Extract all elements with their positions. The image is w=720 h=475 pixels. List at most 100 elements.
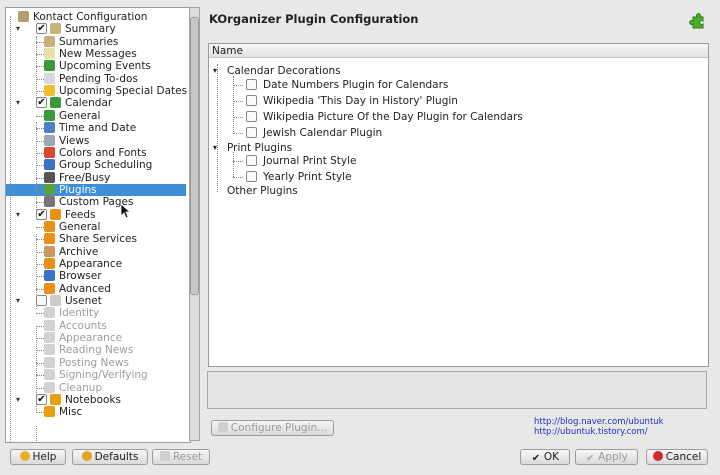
reset-button[interactable]: Reset <box>152 449 210 465</box>
tree-item-label: Feeds <box>65 208 96 221</box>
tree-connector <box>36 91 44 93</box>
plugin-checkbox[interactable] <box>246 155 257 166</box>
tree-item-label: General <box>59 220 101 233</box>
tree-item-checkbox[interactable]: ✔ <box>36 97 47 109</box>
plugin-category-label: Other Plugins <box>227 185 298 197</box>
plugin-list[interactable]: Name ▾ Calendar Decorations Date Numbers P… <box>208 43 709 367</box>
tree-item[interactable]: Cleanup <box>6 381 186 394</box>
globe-icon <box>44 159 55 171</box>
tree-item[interactable]: New Messages <box>6 48 186 60</box>
tree-item[interactable]: Upcoming Special Dates <box>6 85 187 97</box>
plugin-category[interactable]: Other Plugins <box>209 185 704 197</box>
tree-item[interactable]: Upcoming Events <box>6 60 186 72</box>
plugin-checkbox[interactable] <box>246 95 257 106</box>
plugin-item-label: Date Numbers Plugin for Calendars <box>263 79 449 91</box>
tree-connector <box>233 85 243 86</box>
tree-item-label: Calendar <box>65 97 113 110</box>
defaults-icon <box>81 451 92 461</box>
tree-item[interactable]: Summaries <box>6 35 186 48</box>
tree-item[interactable]: ▾ ✔ Feeds <box>6 208 186 221</box>
tree-item[interactable]: Free/Busy <box>6 171 186 184</box>
tree-item[interactable]: General <box>6 220 186 233</box>
tree-item[interactable]: Misc <box>6 406 186 418</box>
tree-item-checkbox[interactable]: ✔ <box>36 23 47 35</box>
tree-item-label: Upcoming Events <box>59 60 151 73</box>
plugin-checkbox[interactable] <box>246 111 257 122</box>
expand-arrow-icon[interactable]: ▾ <box>16 209 20 221</box>
plugin-category[interactable]: ▾ Calendar Decorations <box>209 65 704 77</box>
free-busy-icon <box>44 171 55 183</box>
tree-item[interactable]: Custom Pages <box>6 196 186 208</box>
tree-connector <box>36 251 44 253</box>
tree-item[interactable]: Views <box>6 134 186 147</box>
tree-item[interactable]: Time and Date <box>6 122 186 134</box>
plugin-category[interactable]: ▾ Print Plugins <box>209 142 704 154</box>
plugin-checkbox[interactable] <box>246 171 257 182</box>
cancel-button[interactable]: Cancel <box>646 449 708 465</box>
help-button[interactable]: Help <box>10 449 66 465</box>
tree-item[interactable]: Identity <box>6 307 186 319</box>
watermark-line-2: http://ubuntuk.tistory.com/ <box>534 427 648 437</box>
tree-item[interactable]: ▾ Usenet <box>6 295 186 307</box>
summary-icon <box>50 23 61 35</box>
tree-guide-line <box>10 16 11 442</box>
summaries-icon <box>44 35 55 47</box>
tree-item[interactable]: Plugins <box>6 183 186 196</box>
tree-item[interactable]: Share Services <box>6 233 186 245</box>
expand-arrow-icon[interactable]: ▾ <box>16 394 20 406</box>
feeds-icon <box>44 220 55 232</box>
tree-item[interactable]: Posting News <box>6 356 186 369</box>
plugin-item[interactable]: Wikipedia Picture Of the Day Plugin for … <box>209 111 704 123</box>
plugin-item[interactable]: Date Numbers Plugin for Calendars <box>209 79 704 91</box>
expand-arrow-icon[interactable]: ▾ <box>16 295 20 307</box>
plugin-item[interactable]: Journal Print Style <box>209 155 704 167</box>
tree-item[interactable]: ▾ ✔ Calendar <box>6 97 186 109</box>
tree-item-label: Group Scheduling <box>59 159 153 172</box>
config-tree[interactable]: Kontact Configuration ▾ ✔ Summary Summaries N… <box>5 7 191 443</box>
tree-item-checkbox[interactable]: ✔ <box>36 208 47 220</box>
tree-item[interactable]: Appearance <box>6 332 186 344</box>
plugin-checkbox[interactable] <box>246 127 257 138</box>
tree-item[interactable]: Archive <box>6 245 186 258</box>
plugin-checkbox[interactable] <box>246 79 257 90</box>
tree-item[interactable]: Browser <box>6 270 186 282</box>
expand-arrow-icon[interactable]: ▾ <box>16 97 20 109</box>
ok-button[interactable]: ✔ OK <box>520 449 570 465</box>
tree-item[interactable]: Advanced <box>6 282 186 295</box>
tree-item-checkbox[interactable] <box>36 295 47 307</box>
defaults-button[interactable]: Defaults <box>72 449 148 465</box>
tree-item-label: Time and Date <box>59 122 137 135</box>
tree-scrollbar-thumb[interactable] <box>190 17 199 295</box>
tree-item[interactable]: Signing/Verifying <box>6 369 186 381</box>
tree-item-label: Summary <box>65 23 116 36</box>
column-header-name[interactable]: Name <box>209 44 708 58</box>
views-icon <box>44 134 55 146</box>
tree-item[interactable]: Colors and Fonts <box>6 146 186 159</box>
plugin-item[interactable]: Wikipedia 'This Day in History' Plugin <box>209 95 704 107</box>
tree-item[interactable]: Reading News <box>6 344 186 356</box>
tree-item[interactable]: ▾ ✔ Summary <box>6 23 186 35</box>
star-icon <box>44 85 55 97</box>
tree-item[interactable]: Group Scheduling <box>6 159 186 171</box>
tree-connector <box>36 177 44 179</box>
expand-arrow-icon[interactable]: ▾ <box>16 23 20 35</box>
tree-connector <box>36 325 44 327</box>
configure-plugin-button[interactable]: Configure Plugin... <box>211 420 334 436</box>
tree-item[interactable]: ▾ ✔ Notebooks <box>6 393 186 406</box>
tree-item[interactable]: General <box>6 109 186 122</box>
tree-item[interactable]: Accounts <box>6 319 186 332</box>
ok-label: OK <box>543 451 560 463</box>
tree-item-label: Colors and Fonts <box>59 146 147 159</box>
tree-item-label: Usenet <box>65 295 102 308</box>
plugin-item-label: Journal Print Style <box>263 155 357 167</box>
tree-item-checkbox[interactable]: ✔ <box>36 393 47 405</box>
plugin-item[interactable]: Jewish Calendar Plugin <box>209 127 704 139</box>
apply-button[interactable]: ✔ Apply <box>575 449 638 465</box>
plugin-item[interactable]: Yearly Print Style <box>209 171 704 183</box>
tree-item-label: Archive <box>59 245 99 258</box>
tree-item[interactable]: Pending To-dos <box>6 72 186 85</box>
tree-item[interactable]: Appearance <box>6 258 186 270</box>
identity-icon <box>44 307 55 319</box>
tree-item[interactable]: Kontact Configuration <box>6 11 186 23</box>
archive-icon <box>44 245 55 257</box>
